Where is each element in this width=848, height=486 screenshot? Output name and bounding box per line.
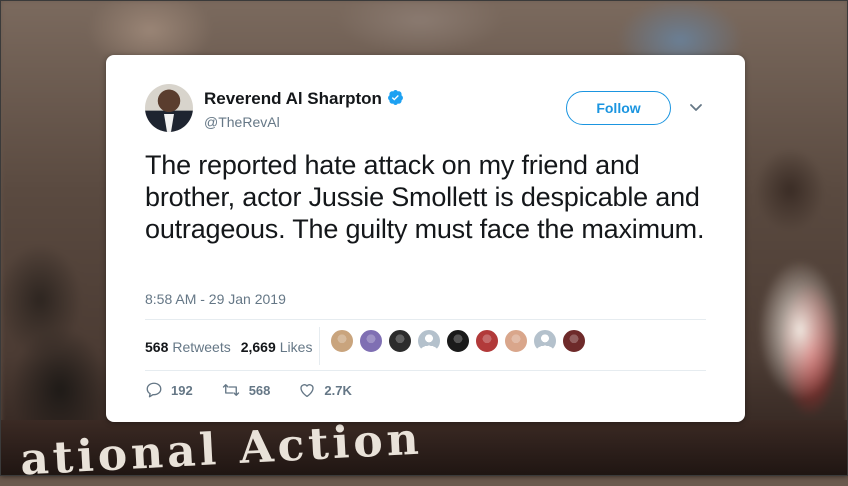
divider-bottom bbox=[145, 370, 706, 371]
retweet-icon bbox=[222, 384, 239, 396]
retweet-action-count: 568 bbox=[248, 382, 271, 398]
liker-avatar-5[interactable] bbox=[446, 329, 470, 353]
stats-separator bbox=[319, 327, 320, 365]
liker-avatar-9[interactable] bbox=[562, 329, 586, 353]
tweet-card: Reverend Al Sharpton @TheRevAl Follow Th… bbox=[106, 55, 745, 422]
retweets-count: 568 bbox=[145, 339, 169, 355]
liker-avatars bbox=[330, 329, 591, 353]
liker-avatar-7[interactable] bbox=[504, 329, 528, 353]
engagement-stats: 568 Retweets 2,669 Likes bbox=[145, 335, 312, 359]
liker-avatar-1[interactable] bbox=[330, 329, 354, 353]
tweet-actions: 192 568 2.7K bbox=[145, 381, 380, 399]
like-action-count: 2.7K bbox=[324, 382, 352, 398]
author-name-text: Reverend Al Sharpton bbox=[204, 89, 382, 108]
verified-badge-icon bbox=[387, 89, 403, 106]
reply-icon bbox=[146, 382, 162, 398]
liker-avatar-8[interactable] bbox=[533, 329, 557, 353]
heart-icon bbox=[300, 384, 315, 398]
reply-count: 192 bbox=[171, 382, 193, 398]
author-handle[interactable]: @TheRevAl bbox=[204, 114, 280, 130]
retweet-button[interactable]: 568 bbox=[221, 381, 271, 399]
follow-button[interactable]: Follow bbox=[566, 91, 671, 125]
author-name[interactable]: Reverend Al Sharpton bbox=[204, 89, 404, 109]
divider-top bbox=[145, 319, 706, 320]
author-avatar[interactable] bbox=[145, 84, 193, 132]
likes-stat[interactable]: 2,669 Likes bbox=[241, 339, 313, 355]
like-button[interactable]: 2.7K bbox=[298, 381, 352, 399]
tweet-timestamp[interactable]: 8:58 AM - 29 Jan 2019 bbox=[145, 291, 286, 307]
avatar-shirt bbox=[164, 114, 174, 132]
likes-label: Likes bbox=[279, 339, 313, 355]
chevron-down-icon[interactable] bbox=[688, 99, 704, 115]
retweets-label: Retweets bbox=[172, 339, 231, 355]
retweets-stat[interactable]: 568 Retweets bbox=[145, 339, 231, 355]
likes-count: 2,669 bbox=[240, 339, 276, 355]
liker-avatar-2[interactable] bbox=[359, 329, 383, 353]
reply-button[interactable]: 192 bbox=[145, 381, 193, 399]
liker-avatar-3[interactable] bbox=[388, 329, 412, 353]
liker-avatar-6[interactable] bbox=[475, 329, 499, 353]
liker-avatar-4[interactable] bbox=[417, 329, 441, 353]
tweet-text: The reported hate attack on my friend an… bbox=[145, 150, 705, 244]
